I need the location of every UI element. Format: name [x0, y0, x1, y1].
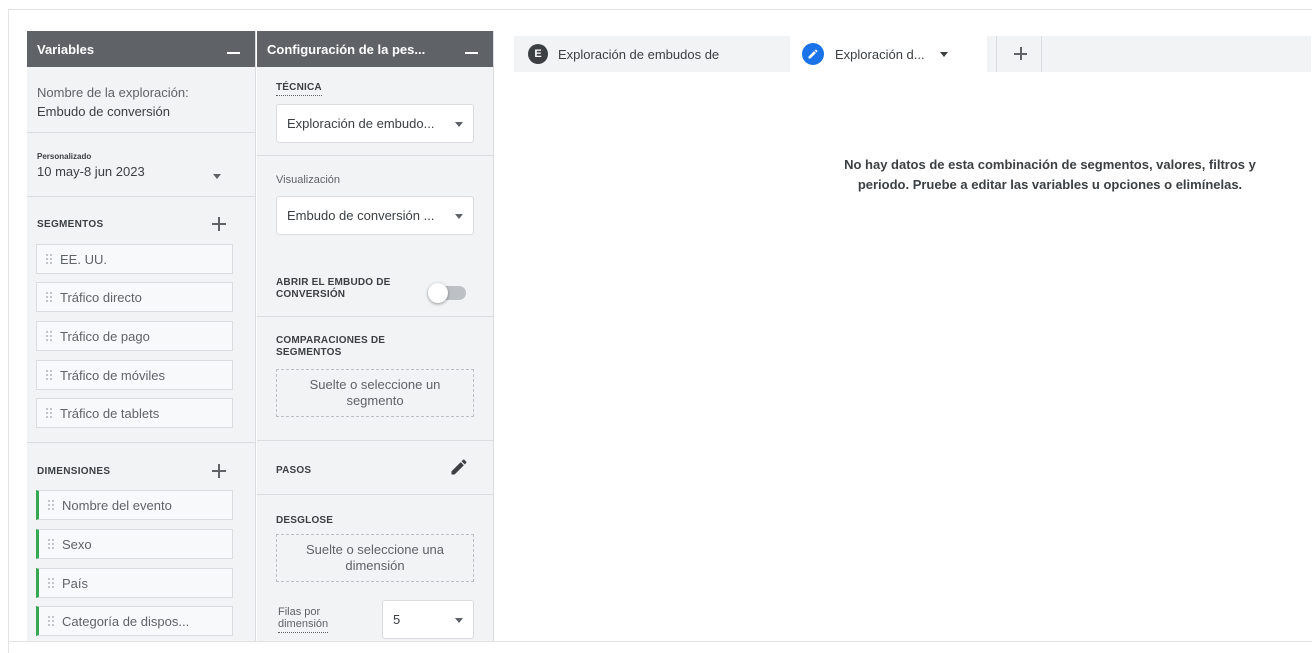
- left-border: [8, 9, 9, 653]
- drag-handle-icon[interactable]: [45, 368, 53, 382]
- tab-active-exploration[interactable]: Exploración d...: [790, 36, 987, 72]
- technique-label: TÉCNICA: [276, 82, 322, 96]
- edit-steps-icon[interactable]: [449, 457, 469, 477]
- tab-badge: E: [528, 44, 548, 64]
- exploration-name-label: Nombre de la exploración:: [37, 85, 189, 100]
- exploration-tabbar: E Exploración de embudos de Exploración …: [514, 36, 1311, 72]
- date-range-tag: Personalizado: [37, 152, 92, 161]
- dimension-chip[interactable]: Categoría de dispos...: [36, 606, 233, 636]
- chevron-down-icon: [455, 122, 463, 127]
- segment-comparisons-label: COMPARACIONES DE SEGMENTOS: [276, 335, 386, 358]
- drag-handle-icon[interactable]: [47, 537, 55, 551]
- steps-label: PASOS: [276, 465, 312, 476]
- dimensions-section: DIMENSIONES Nombre del evento Sexo País …: [27, 443, 255, 641]
- tab-label: Exploración d...: [835, 46, 925, 62]
- open-funnel-section: ABRIR EL EMBUDO DE CONVERSIÓN: [257, 229, 493, 317]
- dimension-dropzone[interactable]: Suelte o seleccione una dimensión: [276, 534, 474, 582]
- variables-panel-header: Variables: [27, 31, 255, 67]
- segment-chip[interactable]: Tráfico directo: [36, 282, 233, 312]
- dimension-chip[interactable]: Nombre del evento: [36, 490, 233, 520]
- technique-section: TÉCNICA Exploración de embudo...: [257, 67, 493, 156]
- tab-funnel-exploration[interactable]: E Exploración de embudos de: [528, 36, 786, 72]
- visualization-label: Visualización: [276, 174, 341, 186]
- segment-chip[interactable]: Tráfico de móviles: [36, 360, 233, 390]
- edit-pencil-icon: [802, 43, 824, 65]
- chevron-down-icon[interactable]: [940, 52, 948, 57]
- segment-chip[interactable]: Tráfico de pago: [36, 321, 233, 351]
- dimension-chip[interactable]: País: [36, 568, 233, 598]
- settings-panel-header: Configuración de la pes...: [257, 31, 493, 67]
- minimize-settings-button[interactable]: [465, 40, 479, 56]
- settings-panel-title: Configuración de la pes...: [267, 41, 426, 57]
- steps-section: PASOS: [257, 441, 493, 495]
- rows-per-dimension-select[interactable]: 5: [382, 600, 474, 639]
- date-range-selector[interactable]: Personalizado 10 may-8 jun 2023: [27, 133, 255, 197]
- dimension-chip[interactable]: Sexo: [36, 529, 233, 559]
- variables-panel-title: Variables: [37, 41, 95, 57]
- segment-dropzone[interactable]: Suelte o seleccione un segmento: [276, 369, 474, 417]
- segment-chip[interactable]: Tráfico de tablets: [36, 398, 233, 428]
- add-tab-button[interactable]: [996, 36, 1042, 72]
- tab-settings-panel: Configuración de la pes... TÉCNICA Explo…: [257, 31, 494, 641]
- open-funnel-label: ABRIR EL EMBUDO DE CONVERSIÓN: [276, 277, 391, 300]
- minimize-variables-button[interactable]: [227, 40, 241, 56]
- drag-handle-icon[interactable]: [47, 576, 55, 590]
- visualization-section: Visualización Embudo de conversión ...: [257, 156, 493, 235]
- chevron-down-icon: [455, 214, 463, 219]
- variables-panel: Variables Nombre de la exploración: Embu…: [27, 31, 256, 641]
- bottom-border: [8, 641, 1312, 642]
- segments-title: SEGMENTOS: [37, 219, 104, 230]
- top-border: [8, 9, 1312, 10]
- drag-handle-icon[interactable]: [45, 406, 53, 420]
- add-segment-icon[interactable]: [212, 217, 226, 231]
- no-data-message: No hay datos de esta combinación de segm…: [844, 157, 1256, 192]
- drag-handle-icon[interactable]: [47, 498, 55, 512]
- dimensions-title: DIMENSIONES: [37, 466, 111, 477]
- rows-per-dimension-label: Filas por dimensión: [278, 606, 329, 633]
- segments-section: SEGMENTOS EE. UU. Tráfico directo Tráfic…: [27, 197, 255, 443]
- breakdown-section: DESGLOSE Suelte o seleccione una dimensi…: [257, 495, 493, 641]
- rows-per-dimension-value: 5: [393, 612, 401, 627]
- drag-handle-icon[interactable]: [45, 252, 53, 266]
- segment-comparisons-section: COMPARACIONES DE SEGMENTOS Suelte o sele…: [257, 317, 493, 441]
- drag-handle-icon[interactable]: [45, 290, 53, 304]
- chevron-down-icon: [455, 618, 463, 623]
- breakdown-label: DESGLOSE: [276, 515, 334, 526]
- drag-handle-icon[interactable]: [47, 614, 55, 628]
- exploration-name-value[interactable]: Embudo de conversión: [37, 102, 245, 121]
- exploration-name-section[interactable]: Nombre de la exploración: Embudo de conv…: [27, 67, 255, 133]
- add-dimension-icon[interactable]: [212, 464, 226, 478]
- technique-value: Exploración de embudo...: [287, 116, 435, 131]
- visualization-value: Embudo de conversión ...: [287, 208, 435, 223]
- analytics-exploration-screen: Variables Nombre de la exploración: Embu…: [0, 0, 1312, 653]
- chevron-down-icon: [213, 174, 221, 179]
- open-funnel-toggle[interactable]: [428, 283, 466, 303]
- segment-chip[interactable]: EE. UU.: [36, 244, 233, 274]
- drag-handle-icon[interactable]: [45, 329, 53, 343]
- technique-select[interactable]: Exploración de embudo...: [276, 104, 474, 143]
- tab-label: Exploración de embudos de: [558, 46, 720, 62]
